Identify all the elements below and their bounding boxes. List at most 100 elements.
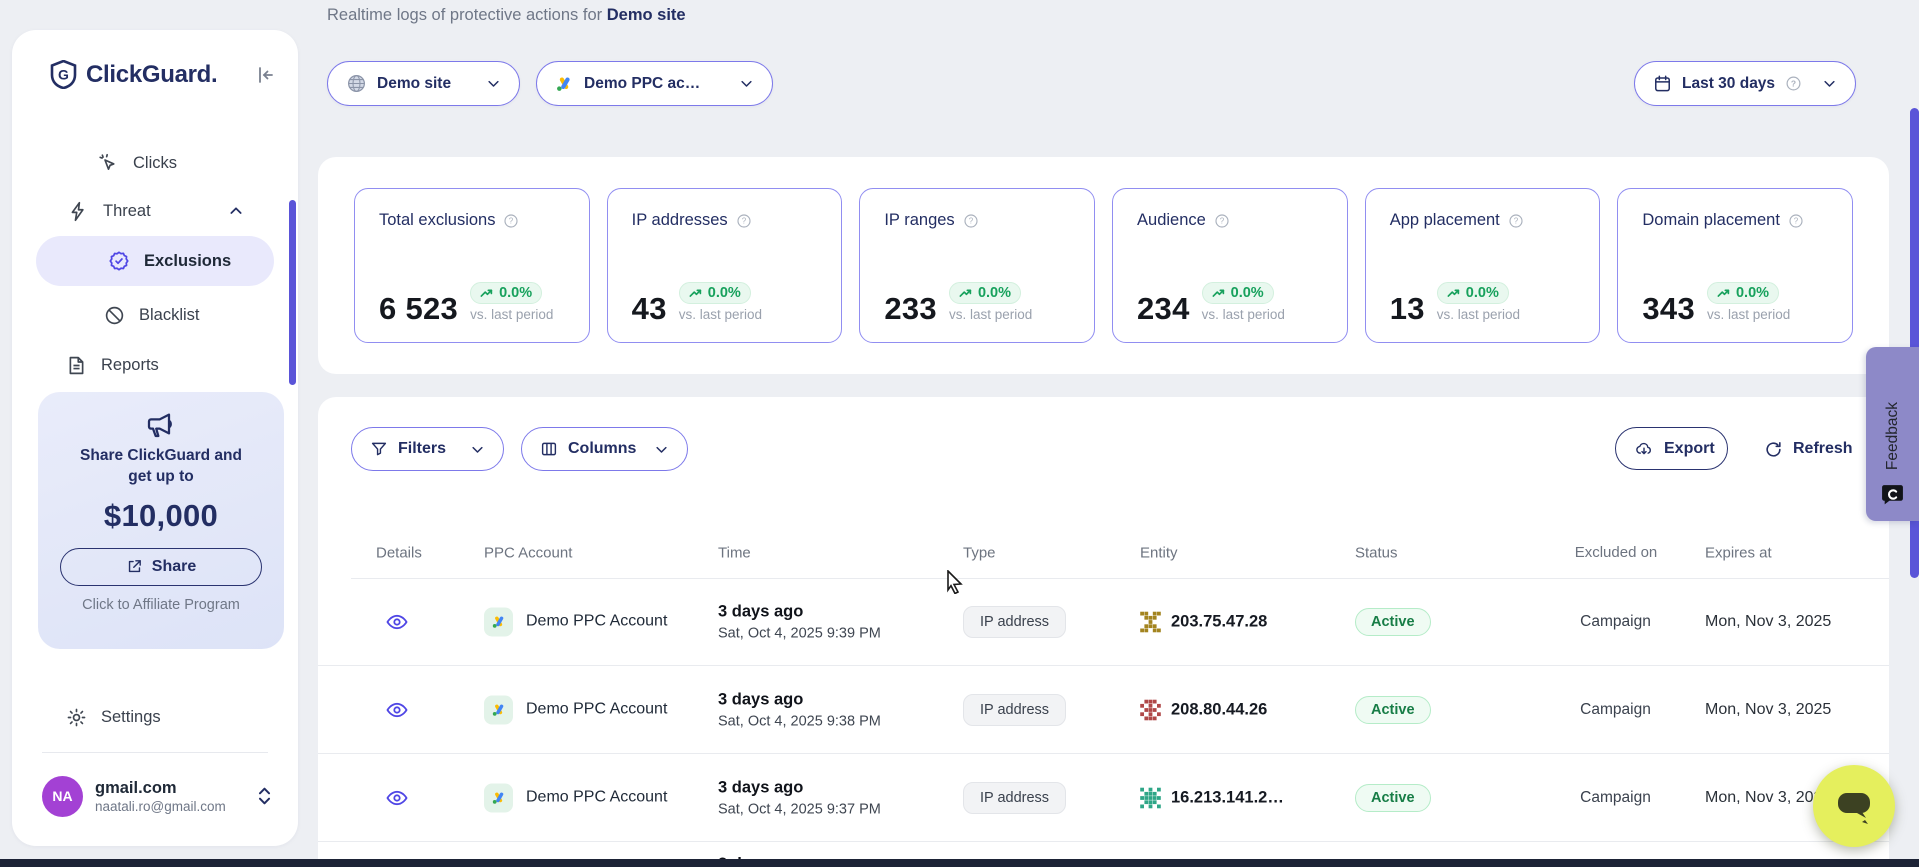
- stat-sub: vs. last period: [1437, 307, 1520, 322]
- chevron-down-icon: [739, 76, 754, 91]
- ppc-account-cell: Demo PPC Account: [484, 783, 667, 812]
- sidebar-scrollbar-thumb[interactable]: [289, 200, 296, 385]
- status-cell: Active: [1355, 608, 1431, 636]
- column-header-status[interactable]: Status: [1355, 545, 1398, 562]
- sidebar-item-threat[interactable]: Threat: [12, 194, 298, 228]
- ip-identicon: [1140, 787, 1161, 808]
- columns-button-label: Columns: [568, 440, 636, 458]
- stat-value: 6 523: [379, 296, 458, 322]
- table-row[interactable]: Demo PPC Account 3 days ago Sat, Oct 4, …: [318, 578, 1889, 666]
- document-icon: [66, 355, 87, 376]
- time-cell: 3 days ago Sat, Oct 4, 2025 9:39 PM: [718, 602, 881, 641]
- trend-up-icon: [1447, 287, 1461, 299]
- column-header-expires-at[interactable]: Expires at: [1705, 545, 1772, 562]
- sidebar-item-blacklist[interactable]: Blacklist: [12, 298, 298, 332]
- page-title-site: Demo site: [607, 6, 686, 24]
- account-selector-dropdown[interactable]: Demo PPC ac…: [536, 61, 773, 106]
- stat-label: Domain placement: [1642, 211, 1780, 230]
- column-header-excluded-on[interactable]: Excluded on: [1573, 543, 1659, 563]
- details-eye-icon[interactable]: [385, 698, 409, 722]
- svg-text:?: ?: [1791, 78, 1796, 88]
- site-selector-dropdown[interactable]: Demo site: [327, 61, 520, 106]
- affiliate-link[interactable]: Click to Affiliate Program: [38, 597, 284, 613]
- help-icon[interactable]: ?: [1788, 213, 1804, 229]
- sidebar-item-settings[interactable]: Settings: [12, 700, 298, 734]
- stat-sub: vs. last period: [949, 307, 1032, 322]
- export-button[interactable]: Export: [1615, 427, 1728, 470]
- affiliate-promo-card: Share ClickGuard and get up to $10,000 S…: [38, 392, 284, 649]
- svg-text:?: ?: [509, 216, 514, 225]
- entity-value: 16.213.141.2…: [1171, 788, 1284, 807]
- trend-up-icon: [1212, 287, 1226, 299]
- status-cell: Active: [1355, 784, 1431, 812]
- trend-up-icon: [959, 287, 973, 299]
- help-icon[interactable]: ?: [503, 213, 519, 229]
- ppc-account-cell: Demo PPC Account: [484, 695, 667, 724]
- chat-launcher-button[interactable]: [1813, 765, 1895, 847]
- google-ads-icon: [484, 607, 513, 636]
- column-header-type[interactable]: Type: [963, 545, 996, 562]
- sidebar-item-label: Exclusions: [144, 252, 231, 271]
- page-title: Realtime logs of protective actions for …: [327, 6, 686, 25]
- share-button[interactable]: Share: [60, 548, 262, 586]
- chevron-up-icon: [228, 203, 244, 219]
- user-menu[interactable]: NA gmail.com naatali.ro@gmail.com: [42, 772, 272, 820]
- calendar-icon: [1653, 74, 1672, 93]
- excluded-on-cell: Campaign: [1558, 613, 1673, 631]
- column-header-account[interactable]: PPC Account: [484, 545, 572, 562]
- time-relative: 3 days ago: [718, 602, 881, 621]
- refresh-icon: [1764, 440, 1783, 459]
- filters-button[interactable]: Filters: [351, 427, 504, 471]
- avatar: NA: [42, 776, 83, 817]
- details-eye-icon[interactable]: [385, 610, 409, 634]
- stat-label: App placement: [1390, 211, 1500, 230]
- google-ads-icon: [555, 75, 574, 93]
- date-range-dropdown[interactable]: Last 30 days ?: [1634, 61, 1856, 106]
- feedback-tab[interactable]: Feedback: [1866, 347, 1919, 521]
- status-badge: Active: [1355, 608, 1431, 636]
- stat-label: IP ranges: [884, 211, 954, 230]
- type-chip: IP address: [963, 782, 1066, 814]
- promo-text-line1: Share ClickGuard and: [38, 446, 284, 467]
- expires-at-cell: Mon, Nov 3, 2025: [1705, 701, 1831, 719]
- trend-up-icon: [480, 287, 494, 299]
- help-icon[interactable]: ?: [736, 213, 752, 229]
- ban-icon: [104, 305, 125, 326]
- stat-sub: vs. last period: [470, 307, 553, 322]
- stat-delta: 0.0%: [708, 285, 741, 301]
- bottom-window-edge: [0, 859, 1919, 867]
- column-header-details[interactable]: Details: [376, 545, 422, 562]
- logo: G ClickGuard.: [50, 60, 276, 89]
- status-cell: Active: [1355, 696, 1431, 724]
- account-selector-value: Demo PPC ac…: [584, 75, 700, 93]
- help-icon[interactable]: ?: [963, 213, 979, 229]
- google-ads-icon: [484, 695, 513, 724]
- filters-button-label: Filters: [398, 440, 446, 458]
- sidebar-item-exclusions[interactable]: Exclusions: [36, 236, 274, 286]
- column-header-entity[interactable]: Entity: [1140, 545, 1178, 562]
- columns-button[interactable]: Columns: [521, 427, 688, 471]
- table-row[interactable]: Demo PPC Account 3 days ago Sat, Oct 4, …: [318, 666, 1889, 754]
- help-icon[interactable]: ?: [1508, 213, 1524, 229]
- excluded-on-cell: Campaign: [1558, 789, 1673, 807]
- date-range-value: Last 30 days: [1682, 75, 1775, 93]
- ip-identicon: [1140, 699, 1161, 720]
- details-eye-icon[interactable]: [385, 786, 409, 810]
- chevron-down-icon: [486, 76, 501, 91]
- ppc-account-name: Demo PPC Account: [526, 613, 667, 631]
- stat-sub: vs. last period: [1707, 307, 1790, 322]
- table-row[interactable]: Demo PPC Account 3 days ago Sat, Oct 4, …: [318, 754, 1889, 842]
- help-icon[interactable]: ?: [1214, 213, 1230, 229]
- column-header-time[interactable]: Time: [718, 545, 751, 562]
- svg-text:?: ?: [1220, 216, 1225, 225]
- sidebar-item-clicks[interactable]: Clicks: [12, 146, 298, 180]
- sidebar-collapse-icon[interactable]: [256, 65, 276, 85]
- entity-cell: 203.75.47.28: [1140, 611, 1267, 632]
- stat-delta: 0.0%: [499, 285, 532, 301]
- sidebar-item-reports[interactable]: Reports: [12, 348, 298, 382]
- chevron-down-icon: [1822, 76, 1837, 91]
- time-absolute: Sat, Oct 4, 2025 9:39 PM: [718, 625, 881, 641]
- promo-amount: $10,000: [38, 498, 284, 534]
- refresh-button[interactable]: Refresh: [1746, 427, 1871, 471]
- stat-value: 233: [884, 296, 937, 322]
